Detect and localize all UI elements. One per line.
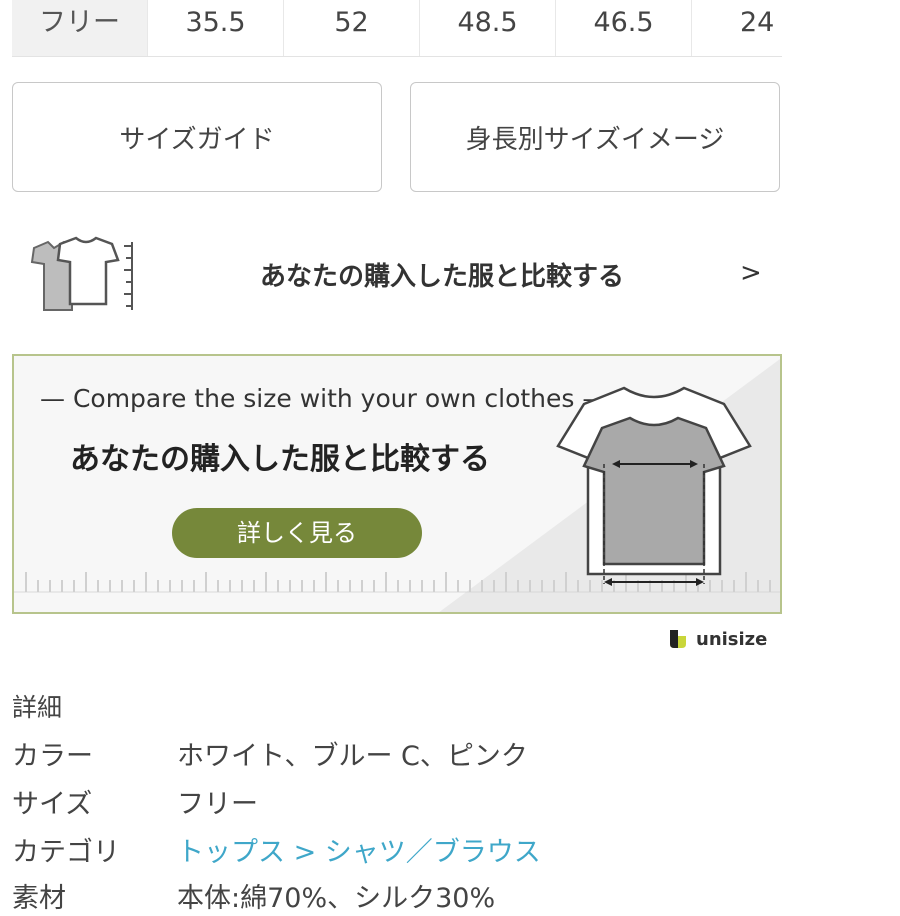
detail-value: フリー — [177, 789, 258, 820]
unisize-logo-text: unisize — [696, 628, 768, 650]
size-value-cell: 24 — [740, 7, 775, 38]
detail-value: 本体:綿70%、シルク30% — [177, 883, 496, 914]
unisize-logo-icon — [670, 630, 686, 648]
size-value-cell: 48.5 — [420, 0, 556, 56]
height-size-image-button[interactable]: 身長別サイズイメージ — [410, 82, 780, 192]
size-table-row: フリー 35.5 52 48.5 46.5 24 — [12, 0, 782, 57]
tshirt-illustration — [556, 386, 752, 586]
banner-title: あなたの購入した服と比較する — [70, 442, 490, 477]
detail-label: 素材 — [12, 883, 66, 914]
detail-label: カテゴリ — [12, 837, 120, 868]
size-label-cell: フリー — [12, 0, 148, 56]
chevron-right-icon: > — [740, 258, 762, 288]
compare-clothes-link[interactable]: あなたの購入した服と比較する > — [12, 228, 782, 320]
view-details-button[interactable]: 詳しく見る — [172, 508, 422, 558]
unisize-logo: unisize — [668, 628, 767, 650]
banner-subtitle: — Compare the size with your own clothes… — [40, 384, 608, 413]
details-heading: 詳細 — [12, 693, 63, 722]
size-value-cell: 35.5 — [148, 0, 284, 56]
detail-label: サイズ — [12, 789, 93, 820]
detail-value: ホワイト、ブルー C、ピンク — [177, 741, 528, 772]
category-link[interactable]: トップス > シャツ／ブラウス — [177, 830, 541, 869]
size-value-cell: 52 — [284, 0, 420, 56]
detail-label: カラー — [12, 741, 93, 772]
size-value-cell: 46.5 — [556, 0, 692, 56]
compare-size-banner[interactable]: — Compare the size with your own clothes… — [12, 354, 782, 614]
size-guide-button[interactable]: サイズガイド — [12, 82, 382, 192]
